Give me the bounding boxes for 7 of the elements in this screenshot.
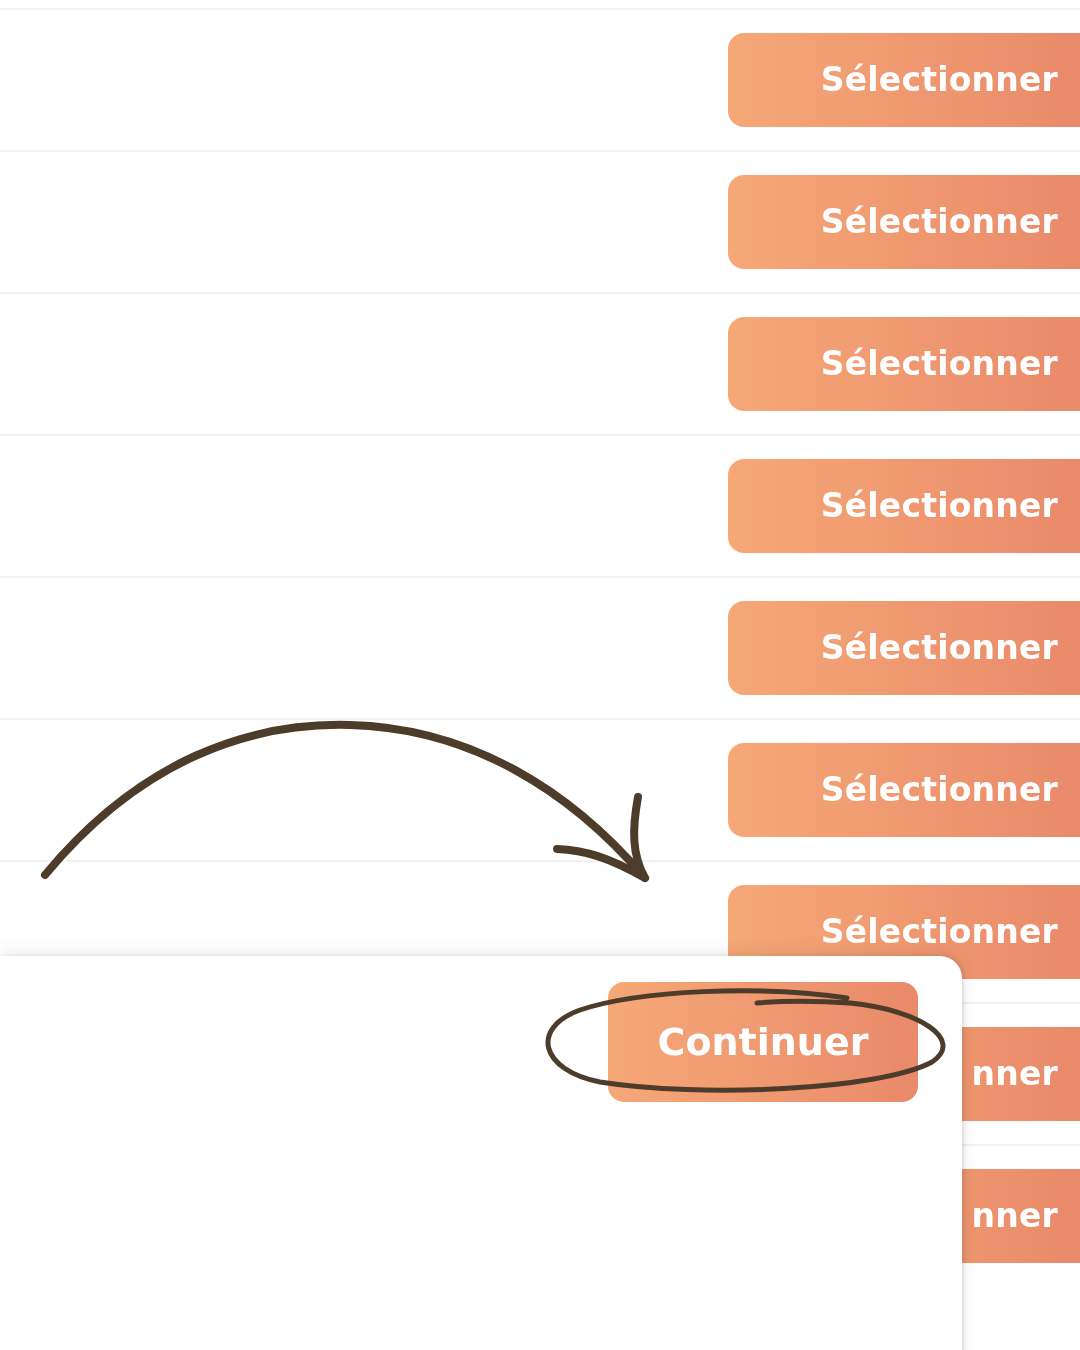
select-button[interactable]: Sélectionner bbox=[728, 743, 1080, 837]
select-button[interactable]: Sélectionner bbox=[728, 601, 1080, 695]
continue-button[interactable]: Continuer bbox=[608, 982, 918, 1102]
select-button[interactable]: Sélectionner bbox=[728, 33, 1080, 127]
select-button[interactable]: Sélectionner bbox=[728, 317, 1080, 411]
select-button[interactable]: Sélectionner bbox=[728, 175, 1080, 269]
select-button[interactable]: Sélectionner bbox=[728, 459, 1080, 553]
